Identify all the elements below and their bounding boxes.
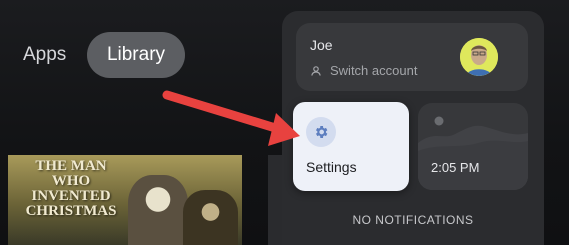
- arrow-annotation: [162, 90, 300, 146]
